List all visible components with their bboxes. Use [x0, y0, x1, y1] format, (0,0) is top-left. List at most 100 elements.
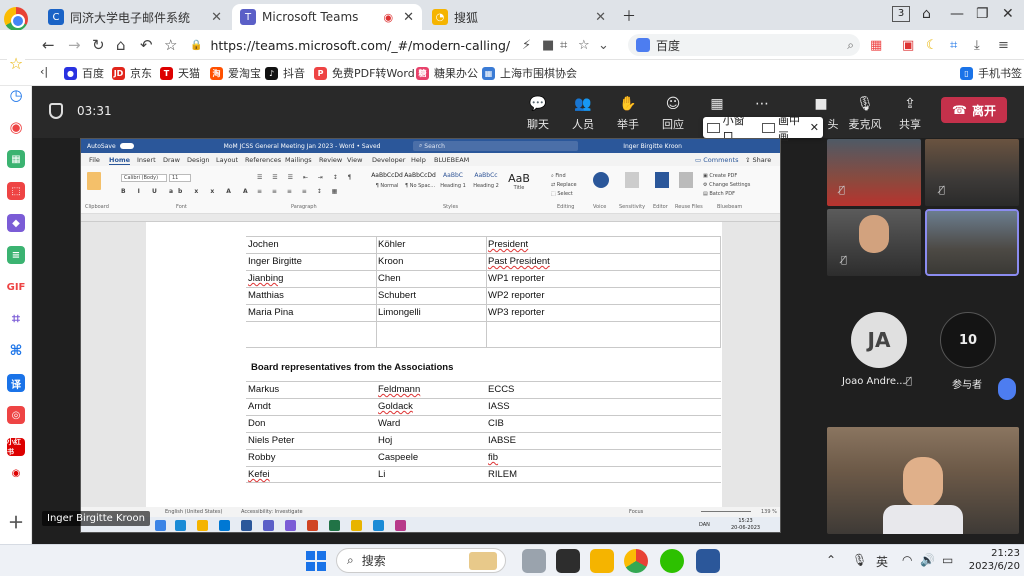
tab-review[interactable]: Review — [319, 156, 342, 164]
bookmark-baidu[interactable]: ● 百度 — [64, 65, 104, 81]
assistant-icon[interactable] — [998, 378, 1016, 400]
star-icon[interactable]: ☆ — [7, 54, 25, 73]
system-clock[interactable]: 21:23 2023/6/20 — [968, 547, 1020, 573]
crop-icon[interactable]: ⌗ — [950, 38, 957, 53]
camera-icon[interactable]: ■ — [542, 38, 554, 53]
bookmark-tmall[interactable]: T 天猫 — [160, 65, 200, 81]
word-search-box[interactable]: ⌕ Search — [413, 141, 578, 151]
focus-button[interactable]: Focus — [629, 509, 643, 515]
close-icon[interactable]: ✕ — [403, 10, 414, 25]
ime-indicator[interactable]: 英 — [876, 553, 888, 570]
table-row[interactable]: Inger Birgitte Kroon Past President — [246, 253, 721, 270]
chevron-up-icon[interactable]: ⌃ — [826, 553, 836, 567]
reload-icon[interactable]: ↻ — [92, 36, 105, 54]
chrome-icon[interactable] — [624, 549, 648, 573]
table-row[interactable]: Maria Pina Limongelli WP3 reporter — [246, 304, 721, 321]
format-icons[interactable]: B I U ab x x A A — [121, 188, 253, 195]
comments-button[interactable]: ▭ Comments — [695, 156, 738, 164]
tab-insert[interactable]: Insert — [137, 156, 156, 164]
react-button[interactable]: ☺ 回应 — [651, 96, 695, 132]
teams-icon[interactable] — [263, 520, 274, 531]
search-engine-box[interactable]: 百度 ⌕ — [628, 34, 860, 56]
xiaohongshu-icon[interactable]: 小红书 — [7, 438, 25, 456]
notes-icon[interactable] — [351, 520, 362, 531]
close-icon[interactable]: ✕ — [595, 10, 606, 25]
new-tab-icon[interactable]: ＋ — [622, 6, 636, 26]
paragraph-icons[interactable]: ☰ ☰ ☰ ⇤ ⇥ ↕ ¶ — [257, 174, 355, 181]
bookmark-douyin[interactable]: ♪ 抖音 — [265, 65, 305, 81]
wechat-icon[interactable] — [660, 549, 684, 573]
table-row[interactable]: Kefei Li RILEM — [246, 466, 721, 483]
table-row[interactable]: Markus Feldmann ECCS — [246, 381, 721, 398]
pdf-icon[interactable]: ▣ — [902, 38, 914, 53]
tab-sohu[interactable]: ◔ 搜狐 ✕ — [424, 4, 614, 30]
participant-video-tile[interactable]: 🎙̸ — [827, 139, 921, 206]
tab-view[interactable]: View — [347, 156, 362, 164]
excel-icon[interactable] — [329, 520, 340, 531]
undo-icon[interactable]: ↶ — [140, 36, 153, 54]
screenshot-icon[interactable]: ⌗ — [560, 38, 567, 53]
sensitivity-icon[interactable] — [625, 172, 639, 188]
browser-logo-icon[interactable] — [4, 7, 28, 31]
volume-icon[interactable]: 🔊 — [920, 553, 935, 567]
style-normal[interactable]: AaBbCcDd ¶ Normal — [371, 172, 403, 200]
tab-mail[interactable]: C 同济大学电子邮件系统 ✕ — [40, 4, 230, 30]
mic-button[interactable]: 🎙 麦克风 — [843, 96, 887, 132]
sidebar-toggle-icon[interactable]: ‹| — [40, 65, 48, 78]
pip-option[interactable]: 画中画 — [778, 112, 810, 144]
chevron-down-icon[interactable]: ⌄ — [598, 38, 609, 53]
tab-count[interactable]: 3 — [892, 6, 910, 22]
editing-group[interactable]: ⌕ Find ⇄ Replace ⬚ Select — [551, 172, 577, 199]
participant-video-tile-active[interactable] — [925, 209, 1019, 276]
table-row[interactable]: Matthias Schubert WP2 reporter — [246, 287, 721, 304]
tab-draw[interactable]: Draw — [163, 156, 180, 164]
translate-icon[interactable]: 译 — [7, 374, 25, 392]
zoom-level[interactable]: 139 % — [761, 509, 777, 515]
close-icon[interactable]: ✕ — [810, 121, 819, 134]
notes-icon[interactable]: ≡ — [7, 246, 25, 264]
table-row[interactable]: Arndt Goldack IASS — [246, 398, 721, 415]
style-heading2[interactable]: AaBbCc Heading 2 — [470, 172, 502, 200]
tab-home[interactable]: Home — [109, 156, 131, 165]
share-button[interactable]: ⇪ Share — [745, 156, 771, 164]
task-view-icon[interactable] — [522, 549, 546, 573]
word-icon[interactable] — [696, 549, 720, 573]
table-row[interactable]: Jianbing Chen WP1 reporter — [246, 270, 721, 287]
align-icons[interactable]: ≡ ≡ ≡ ≡ ↕ ▦ — [257, 188, 341, 195]
tab-teams[interactable]: T Microsoft Teams ◉ ✕ — [232, 4, 422, 30]
people-button[interactable]: 👥 人员 — [561, 96, 605, 132]
style-heading1[interactable]: AaBbC Heading 1 — [437, 172, 469, 200]
grid-icon[interactable]: ▦ — [7, 150, 25, 168]
font-family-select[interactable]: Calibri (Body) — [121, 174, 167, 182]
pin-icon[interactable]: ◎ — [7, 406, 25, 424]
wifi-icon[interactable]: ◠ — [902, 553, 912, 567]
start-icon[interactable] — [306, 551, 326, 571]
menu-icon[interactable]: ≡ — [998, 38, 1009, 53]
tab-help[interactable]: Help — [411, 156, 426, 164]
tab-references[interactable]: References — [245, 156, 281, 164]
tab-file[interactable]: File — [89, 156, 100, 164]
powerpoint-icon[interactable] — [307, 520, 318, 531]
font-size-select[interactable]: 11 — [169, 174, 191, 182]
document-page[interactable]: Jochen Köhler President Inger Birgitte K… — [146, 222, 722, 507]
tab-mailings[interactable]: Mailings — [285, 156, 312, 164]
close-window-icon[interactable]: ✕ — [1002, 6, 1014, 22]
moon-icon[interactable]: ☾ — [926, 38, 938, 53]
minimize-icon[interactable]: — — [950, 6, 964, 22]
record-icon[interactable]: ◉ — [7, 118, 25, 136]
home-icon[interactable]: ⌂ — [116, 36, 126, 54]
weibo-icon[interactable]: ◉ — [7, 464, 25, 482]
tab-design[interactable]: Design — [187, 156, 209, 164]
microphone-icon[interactable]: 🎙 — [852, 553, 867, 567]
word-icon[interactable] — [241, 520, 252, 531]
star-icon[interactable]: ☆ — [164, 36, 177, 54]
extension-icon[interactable]: ◆ — [7, 214, 25, 232]
tab-bluebeam[interactable]: BLUEBEAM — [434, 156, 469, 164]
editor-icon[interactable] — [655, 172, 669, 188]
tab-layout[interactable]: Layout — [216, 156, 238, 164]
chat-button[interactable]: 💬 聊天 — [516, 96, 560, 132]
history-icon[interactable]: ◷ — [7, 86, 25, 104]
apps-icon[interactable]: ▦ — [870, 38, 882, 53]
share-button[interactable]: ⇪ 共享 — [888, 96, 932, 132]
file-explorer-icon[interactable] — [590, 549, 614, 573]
